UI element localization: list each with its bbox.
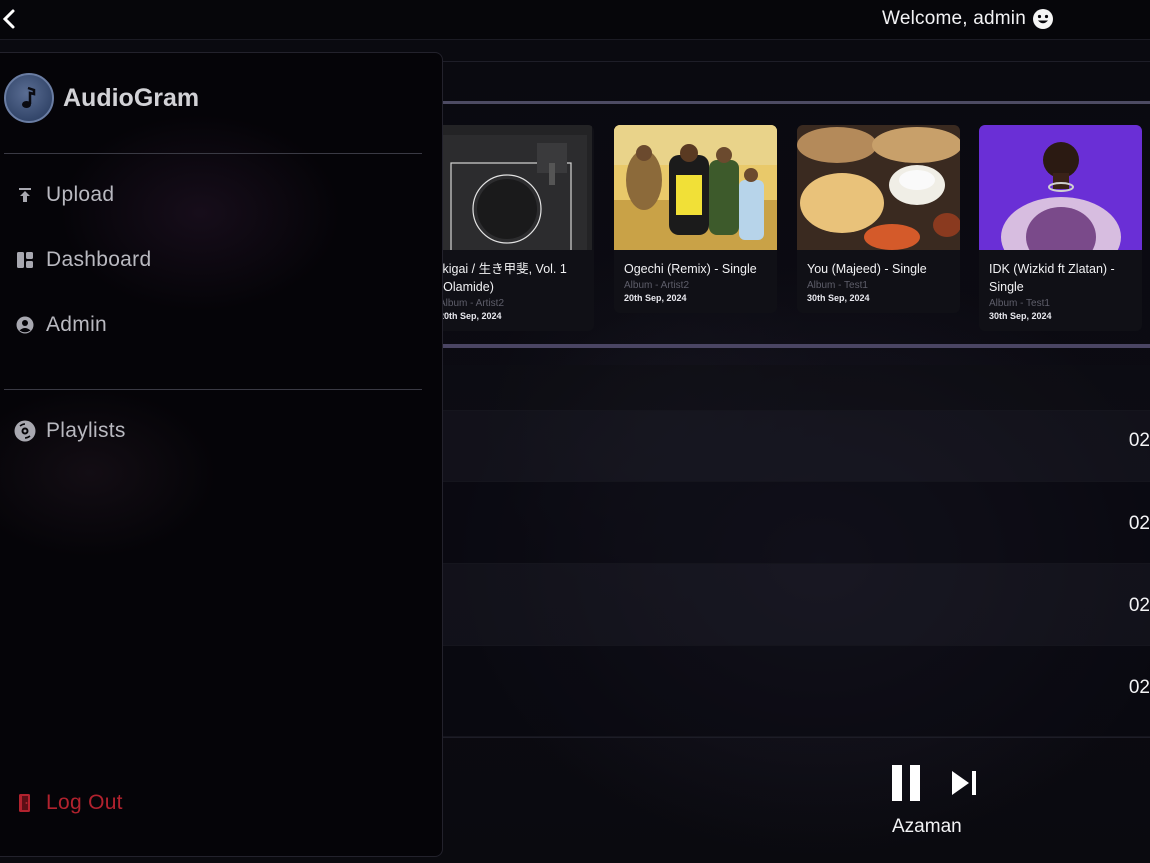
smiley-icon[interactable] [1032,8,1054,30]
track-duration: 02 [1128,595,1150,616]
album-meta: Album - Test1 [989,298,1050,309]
sidebar-item-label: Playlists [46,419,126,442]
album-title: Ogechi (Remix) - Single [624,262,757,276]
albums-bottom-border [440,344,1150,348]
logout-label: Log Out [46,791,123,814]
track-row[interactable]: 02 [440,564,1150,646]
album-card[interactable]: You (Majeed) - Single Album - Test1 30th… [797,125,960,313]
upload-icon [14,184,36,206]
sidebar-item-label: Admin [46,313,108,336]
skip-next-icon[interactable] [950,770,978,796]
welcome-text: Welcome, admin [882,8,1026,29]
track-row[interactable]: 02 [440,646,1150,737]
sidebar-item-admin[interactable]: Admin [14,313,107,337]
top-bar: Welcome, admin [0,0,1150,40]
album-art [979,125,1142,250]
sidebar-item-label: Upload [46,183,115,206]
album-art [429,125,592,250]
album-date: 30th Sep, 2024 [989,311,1052,321]
table-header-row [440,365,1150,411]
chevron-left-icon [2,9,15,29]
album-date: 30th Sep, 2024 [807,293,870,303]
album-art [614,125,777,250]
sidebar-item-upload[interactable]: Upload [14,183,114,207]
sidebar-item-dashboard[interactable]: Dashboard [14,248,151,272]
sidebar-divider [4,389,422,390]
track-duration: 02 [1128,430,1150,451]
close-sidebar-button[interactable] [0,6,18,32]
album-card[interactable]: Ogechi (Remix) - Single Album - Artist2 … [614,125,777,313]
album-card[interactable]: IDK (Wizkid ft Zlatan) - Single Album - … [979,125,1142,331]
player-bar: Azaman [440,737,1150,863]
album-meta: Album - Test1 [807,280,868,291]
music-note-icon [22,86,36,108]
album-art [797,125,960,250]
sidebar: AudioGram Upload Dashboard Admin Playlis… [0,52,443,857]
album-title: You (Majeed) - Single [807,262,927,276]
dashboard-icon [14,249,36,271]
album-card[interactable]: Ikigai / 生き甲斐, Vol. 1 (Olamide) Album - … [429,125,594,331]
app-logo[interactable] [4,73,54,123]
sidebar-item-playlists[interactable]: Playlists [14,419,126,443]
album-title: Ikigai / 生き甲斐, Vol. 1 (Olamide) [439,262,567,294]
disc-icon [14,420,36,442]
sidebar-divider [4,153,422,154]
album-meta: Album - Artist2 [624,280,690,291]
album-date: 20th Sep, 2024 [624,293,687,303]
album-meta: Album - Artist2 [439,298,505,309]
section-divider [440,61,1150,62]
track-duration: 02 [1128,677,1150,698]
track-duration: 02 [1128,513,1150,534]
album-date: 20th Sep, 2024 [439,311,502,321]
door-exit-icon [14,792,36,814]
track-row[interactable]: 02 [440,482,1150,564]
now-playing-title: Azaman [892,816,962,837]
albums-top-border [440,101,1150,104]
sidebar-item-label: Dashboard [46,248,152,271]
track-row[interactable]: 02 [440,411,1150,482]
logout-button[interactable]: Log Out [14,791,123,815]
user-circle-icon [14,314,36,336]
pause-icon[interactable] [891,765,921,801]
album-title: IDK (Wizkid ft Zlatan) - Single [989,262,1115,294]
brand-name: AudioGram [63,84,200,112]
